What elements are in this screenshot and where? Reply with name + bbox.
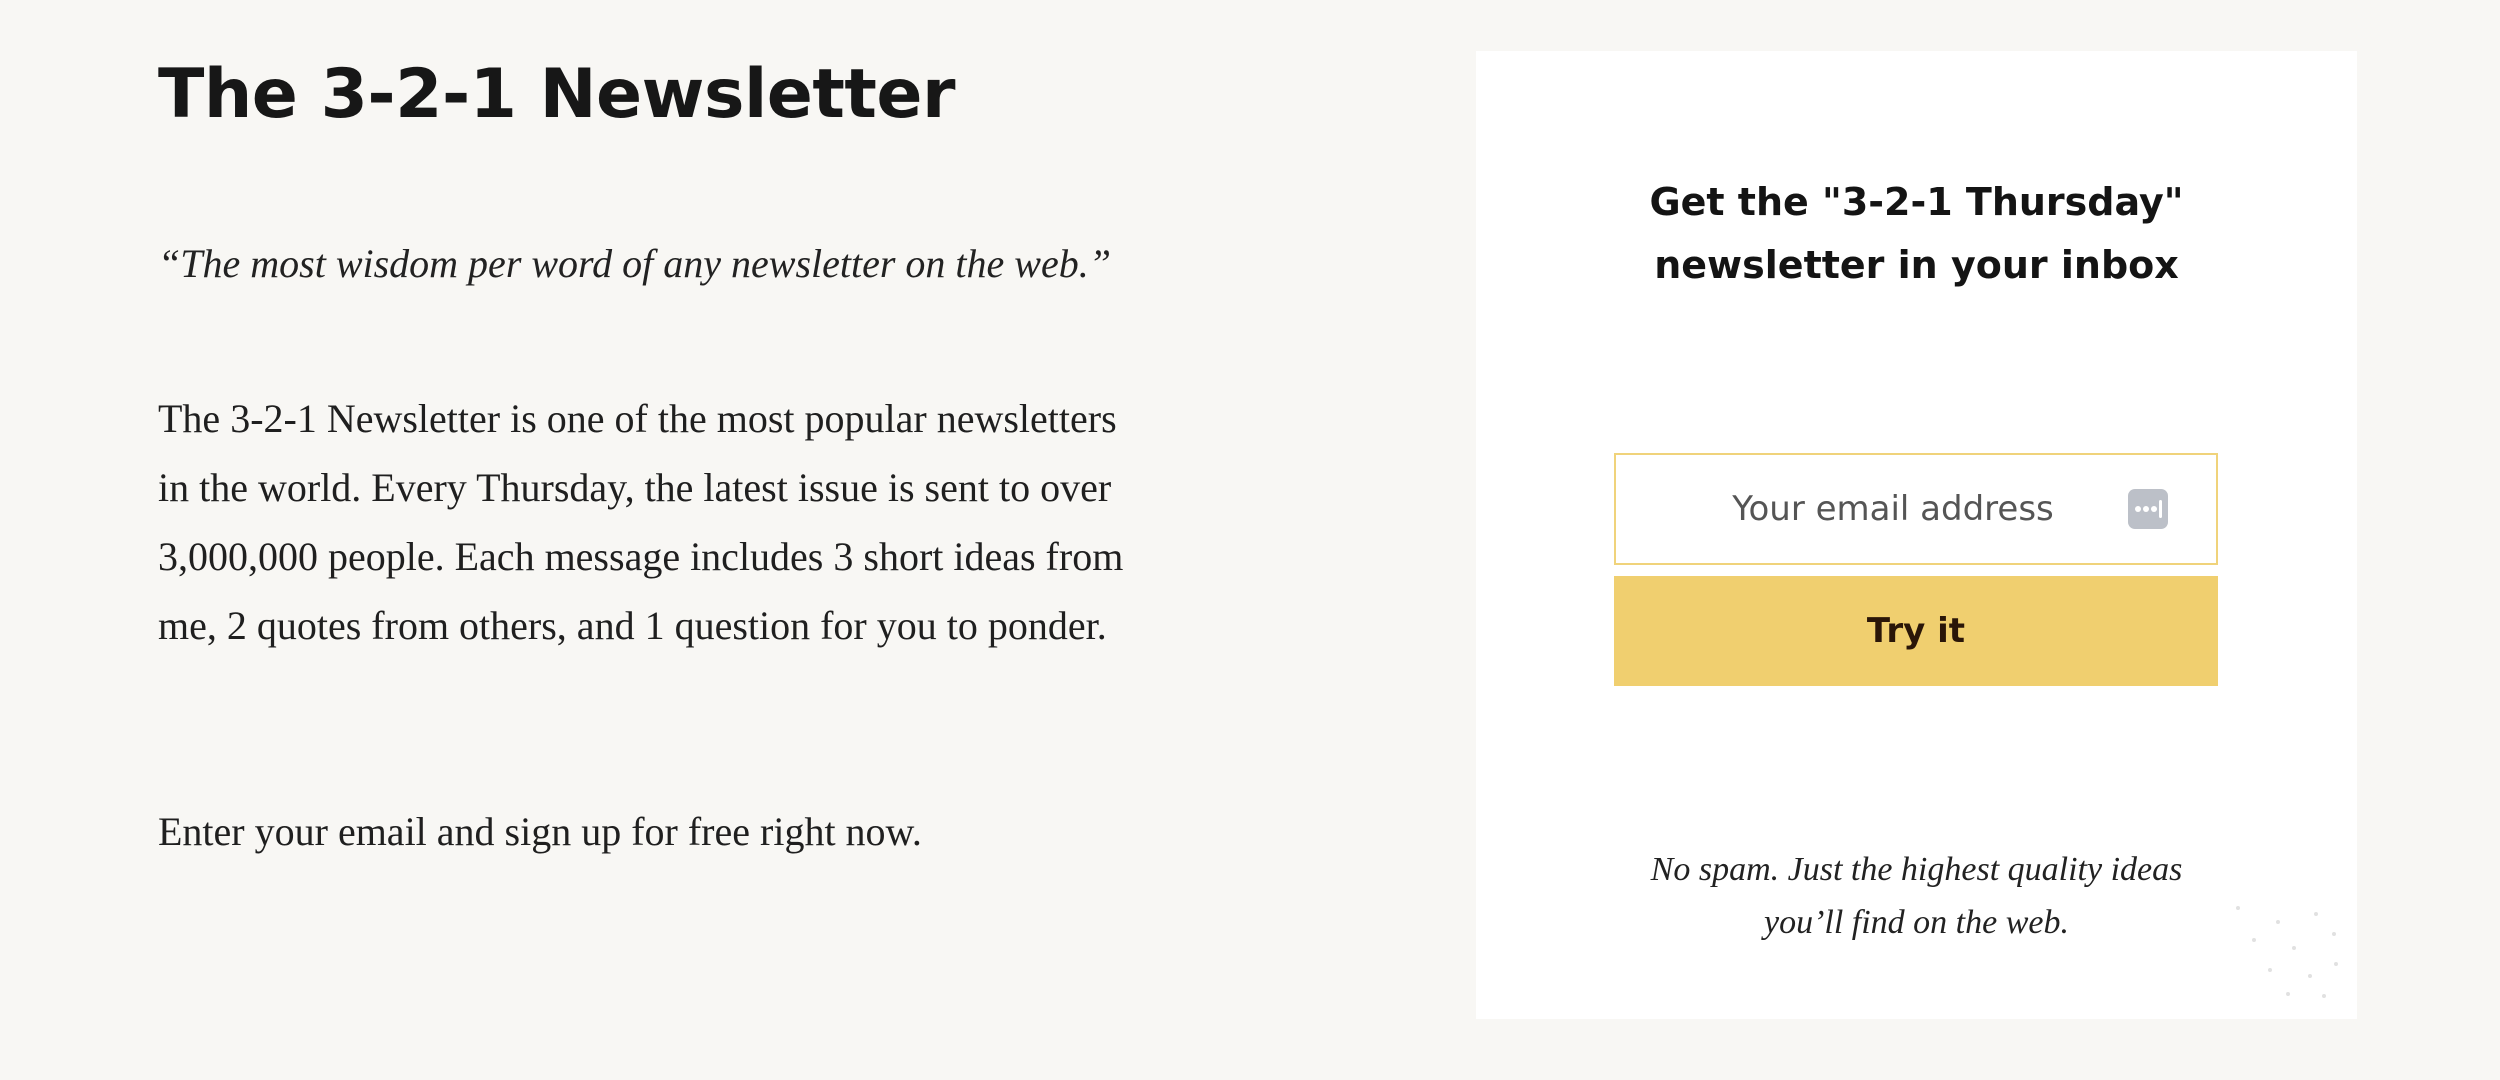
decorative-dot	[2276, 920, 2280, 924]
decorative-dot	[2268, 968, 2272, 972]
signup-call-to-action: Enter your email and sign up for free ri…	[158, 809, 922, 854]
email-field-container	[1614, 453, 2218, 565]
newsletter-description: The 3-2-1 Newsletter is one of the most …	[158, 396, 1124, 648]
decorative-dot	[2292, 946, 2296, 950]
decorative-dot	[2334, 962, 2338, 966]
signup-card-heading: Get the "3-2-1 Thursday" newsletter in y…	[1476, 171, 2357, 297]
password-manager-dot	[2143, 506, 2149, 512]
try-it-button[interactable]: Try it	[1614, 576, 2218, 686]
decorative-dot	[2332, 932, 2336, 936]
decorative-dot	[2252, 938, 2256, 942]
signup-card: Get the "3-2-1 Thursday" newsletter in y…	[1476, 51, 2357, 1019]
decorative-dot	[2314, 912, 2318, 916]
no-spam-note-line-1: No spam. Just the highest quality ideas	[1650, 851, 2183, 888]
password-manager-dot	[2135, 506, 2141, 512]
decorative-dot-grid	[2232, 904, 2342, 1000]
page-title: The 3-2-1 Newsletter	[158, 55, 956, 134]
password-manager-dot	[2151, 506, 2157, 512]
signup-card-heading-line-2: newsletter in your inbox	[1654, 243, 2179, 287]
decorative-dot	[2308, 974, 2312, 978]
no-spam-note: No spam. Just the highest quality ideas …	[1476, 843, 2357, 949]
password-manager-icon[interactable]	[2128, 489, 2168, 529]
decorative-dot	[2236, 906, 2240, 910]
password-manager-cursor	[2159, 500, 2162, 518]
no-spam-note-line-2: you’ll find on the web.	[1763, 904, 2069, 941]
decorative-dot	[2286, 992, 2290, 996]
email-input[interactable]	[1616, 455, 2216, 563]
decorative-dot	[2322, 994, 2326, 998]
signup-card-heading-line-1: Get the "3-2-1 Thursday"	[1649, 180, 2184, 224]
testimonial-quote: “The most wisdom per word of any newslet…	[158, 241, 1111, 286]
